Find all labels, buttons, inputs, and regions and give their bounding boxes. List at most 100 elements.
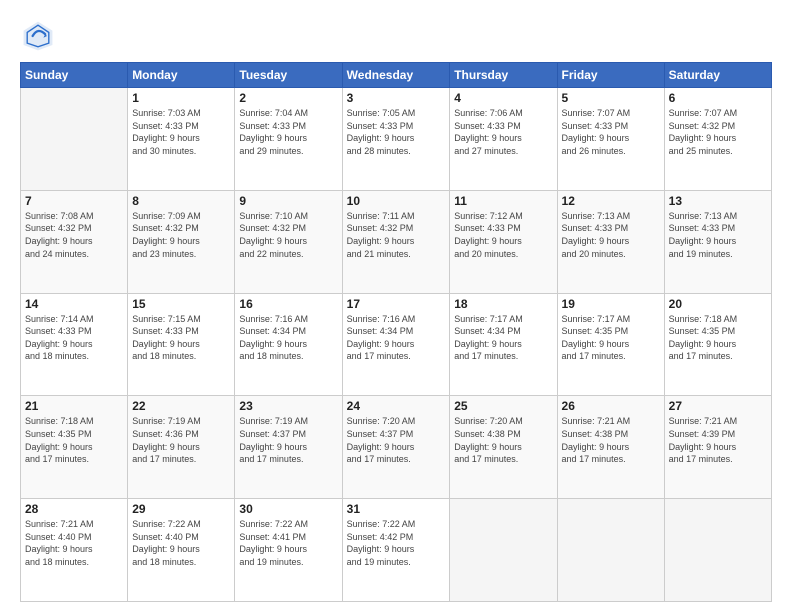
calendar-cell: 19Sunrise: 7:17 AM Sunset: 4:35 PM Dayli…: [557, 293, 664, 396]
calendar-week-0: 1Sunrise: 7:03 AM Sunset: 4:33 PM Daylig…: [21, 88, 772, 191]
day-number: 31: [347, 502, 446, 516]
day-info: Sunrise: 7:22 AM Sunset: 4:41 PM Dayligh…: [239, 518, 337, 568]
calendar-cell: 14 Sunrise: 7:14 AM Sunset: 4:33 PM Dayli…: [21, 293, 128, 396]
day-number: 28: [25, 502, 123, 516]
calendar-week-4: 28 Sunrise: 7:21 AM Sunset: 4:40 PM Dayli…: [21, 499, 772, 602]
calendar-cell: 4 Sunrise: 7:06 AM Sunset: 4:33 PM Daylig…: [450, 88, 557, 191]
calendar-header-thursday: Thursday: [450, 63, 557, 88]
day-info: Sunrise: 7:15 AM Sunset: 4:33 PM Dayligh…: [132, 313, 230, 363]
calendar-cell: 3Sunrise: 7:05 AM Sunset: 4:33 PM Daylig…: [342, 88, 450, 191]
day-number: 14: [25, 297, 123, 311]
calendar-table: SundayMondayTuesdayWednesdayThursdayFrid…: [20, 62, 772, 602]
calendar-header-saturday: Saturday: [664, 63, 771, 88]
calendar-header-friday: Friday: [557, 63, 664, 88]
calendar-cell: 20 Sunrise: 7:18 AM Sunset: 4:35 PM Dayli…: [664, 293, 771, 396]
day-number: 15: [132, 297, 230, 311]
calendar-cell: 7 Sunrise: 7:08 AM Sunset: 4:32 PM Daylig…: [21, 190, 128, 293]
calendar-cell: 17Sunrise: 7:16 AM Sunset: 4:34 PM Dayli…: [342, 293, 450, 396]
header: [20, 18, 772, 54]
day-info: Sunrise: 7:19 AM Sunset: 4:37 PM Dayligh…: [239, 415, 337, 465]
day-number: 9: [239, 194, 337, 208]
day-info: Sunrise: 7:07 AM Sunset: 4:33 PM Dayligh…: [562, 107, 660, 157]
day-info: Sunrise: 7:17 AM Sunset: 4:34 PM Dayligh…: [454, 313, 552, 363]
day-info: Sunrise: 7:16 AM Sunset: 4:34 PM Dayligh…: [239, 313, 337, 363]
day-info: Sunrise: 7:03 AM Sunset: 4:33 PM Dayligh…: [132, 107, 230, 157]
day-info: Sunrise: 7:21 AM Sunset: 4:40 PM Dayligh…: [25, 518, 123, 568]
calendar-cell: 27 Sunrise: 7:21 AM Sunset: 4:39 PM Dayli…: [664, 396, 771, 499]
day-number: 6: [669, 91, 767, 105]
calendar-cell: 1Sunrise: 7:03 AM Sunset: 4:33 PM Daylig…: [128, 88, 235, 191]
day-info: Sunrise: 7:22 AM Sunset: 4:40 PM Dayligh…: [132, 518, 230, 568]
day-info: Sunrise: 7:22 AM Sunset: 4:42 PM Dayligh…: [347, 518, 446, 568]
day-number: 23: [239, 399, 337, 413]
day-number: 7: [25, 194, 123, 208]
calendar-cell: 31 Sunrise: 7:22 AM Sunset: 4:42 PM Dayli…: [342, 499, 450, 602]
day-info: Sunrise: 7:07 AM Sunset: 4:32 PM Dayligh…: [669, 107, 767, 157]
calendar-cell: 29 Sunrise: 7:22 AM Sunset: 4:40 PM Dayli…: [128, 499, 235, 602]
day-info: Sunrise: 7:13 AM Sunset: 4:33 PM Dayligh…: [562, 210, 660, 260]
calendar-header-sunday: Sunday: [21, 63, 128, 88]
day-number: 12: [562, 194, 660, 208]
calendar-header-row: SundayMondayTuesdayWednesdayThursdayFrid…: [21, 63, 772, 88]
calendar-cell: 24 Sunrise: 7:20 AM Sunset: 4:37 PM Dayli…: [342, 396, 450, 499]
calendar-week-2: 14 Sunrise: 7:14 AM Sunset: 4:33 PM Dayli…: [21, 293, 772, 396]
logo: [20, 18, 60, 54]
calendar-cell: 30 Sunrise: 7:22 AM Sunset: 4:41 PM Dayli…: [235, 499, 342, 602]
calendar-cell: [664, 499, 771, 602]
day-info: Sunrise: 7:20 AM Sunset: 4:37 PM Dayligh…: [347, 415, 446, 465]
day-number: 13: [669, 194, 767, 208]
day-number: 5: [562, 91, 660, 105]
day-number: 27: [669, 399, 767, 413]
day-info: Sunrise: 7:13 AM Sunset: 4:33 PM Dayligh…: [669, 210, 767, 260]
day-info: Sunrise: 7:17 AM Sunset: 4:35 PM Dayligh…: [562, 313, 660, 363]
calendar-cell: 21 Sunrise: 7:18 AM Sunset: 4:35 PM Dayli…: [21, 396, 128, 499]
day-number: 11: [454, 194, 552, 208]
calendar-week-1: 7 Sunrise: 7:08 AM Sunset: 4:32 PM Daylig…: [21, 190, 772, 293]
calendar-cell: 25Sunrise: 7:20 AM Sunset: 4:38 PM Dayli…: [450, 396, 557, 499]
day-number: 16: [239, 297, 337, 311]
calendar-week-3: 21 Sunrise: 7:18 AM Sunset: 4:35 PM Dayli…: [21, 396, 772, 499]
day-info: Sunrise: 7:08 AM Sunset: 4:32 PM Dayligh…: [25, 210, 123, 260]
calendar-header-monday: Monday: [128, 63, 235, 88]
page: SundayMondayTuesdayWednesdayThursdayFrid…: [0, 0, 792, 612]
day-number: 26: [562, 399, 660, 413]
calendar-cell: [450, 499, 557, 602]
logo-icon: [20, 18, 56, 54]
calendar-cell: 6 Sunrise: 7:07 AM Sunset: 4:32 PM Daylig…: [664, 88, 771, 191]
day-number: 29: [132, 502, 230, 516]
day-info: Sunrise: 7:18 AM Sunset: 4:35 PM Dayligh…: [669, 313, 767, 363]
day-info: Sunrise: 7:14 AM Sunset: 4:33 PM Dayligh…: [25, 313, 123, 363]
day-info: Sunrise: 7:06 AM Sunset: 4:33 PM Dayligh…: [454, 107, 552, 157]
calendar-header-wednesday: Wednesday: [342, 63, 450, 88]
calendar-cell: 18 Sunrise: 7:17 AM Sunset: 4:34 PM Dayli…: [450, 293, 557, 396]
day-info: Sunrise: 7:16 AM Sunset: 4:34 PM Dayligh…: [347, 313, 446, 363]
day-info: Sunrise: 7:19 AM Sunset: 4:36 PM Dayligh…: [132, 415, 230, 465]
calendar-cell: [557, 499, 664, 602]
day-info: Sunrise: 7:21 AM Sunset: 4:38 PM Dayligh…: [562, 415, 660, 465]
calendar-cell: 11Sunrise: 7:12 AM Sunset: 4:33 PM Dayli…: [450, 190, 557, 293]
day-number: 18: [454, 297, 552, 311]
calendar-cell: 2 Sunrise: 7:04 AM Sunset: 4:33 PM Daylig…: [235, 88, 342, 191]
day-info: Sunrise: 7:09 AM Sunset: 4:32 PM Dayligh…: [132, 210, 230, 260]
calendar-cell: 16 Sunrise: 7:16 AM Sunset: 4:34 PM Dayli…: [235, 293, 342, 396]
day-info: Sunrise: 7:18 AM Sunset: 4:35 PM Dayligh…: [25, 415, 123, 465]
calendar-cell: 15 Sunrise: 7:15 AM Sunset: 4:33 PM Dayli…: [128, 293, 235, 396]
calendar-cell: 23 Sunrise: 7:19 AM Sunset: 4:37 PM Dayli…: [235, 396, 342, 499]
calendar-cell: 12 Sunrise: 7:13 AM Sunset: 4:33 PM Dayli…: [557, 190, 664, 293]
day-info: Sunrise: 7:21 AM Sunset: 4:39 PM Dayligh…: [669, 415, 767, 465]
day-number: 25: [454, 399, 552, 413]
day-number: 2: [239, 91, 337, 105]
calendar-cell: 28 Sunrise: 7:21 AM Sunset: 4:40 PM Dayli…: [21, 499, 128, 602]
calendar-cell: 8Sunrise: 7:09 AM Sunset: 4:32 PM Daylig…: [128, 190, 235, 293]
day-number: 4: [454, 91, 552, 105]
day-number: 30: [239, 502, 337, 516]
day-number: 10: [347, 194, 446, 208]
day-info: Sunrise: 7:04 AM Sunset: 4:33 PM Dayligh…: [239, 107, 337, 157]
day-number: 20: [669, 297, 767, 311]
day-number: 21: [25, 399, 123, 413]
calendar-cell: 13 Sunrise: 7:13 AM Sunset: 4:33 PM Dayli…: [664, 190, 771, 293]
day-number: 24: [347, 399, 446, 413]
day-info: Sunrise: 7:10 AM Sunset: 4:32 PM Dayligh…: [239, 210, 337, 260]
day-info: Sunrise: 7:05 AM Sunset: 4:33 PM Dayligh…: [347, 107, 446, 157]
calendar-cell: 22Sunrise: 7:19 AM Sunset: 4:36 PM Dayli…: [128, 396, 235, 499]
